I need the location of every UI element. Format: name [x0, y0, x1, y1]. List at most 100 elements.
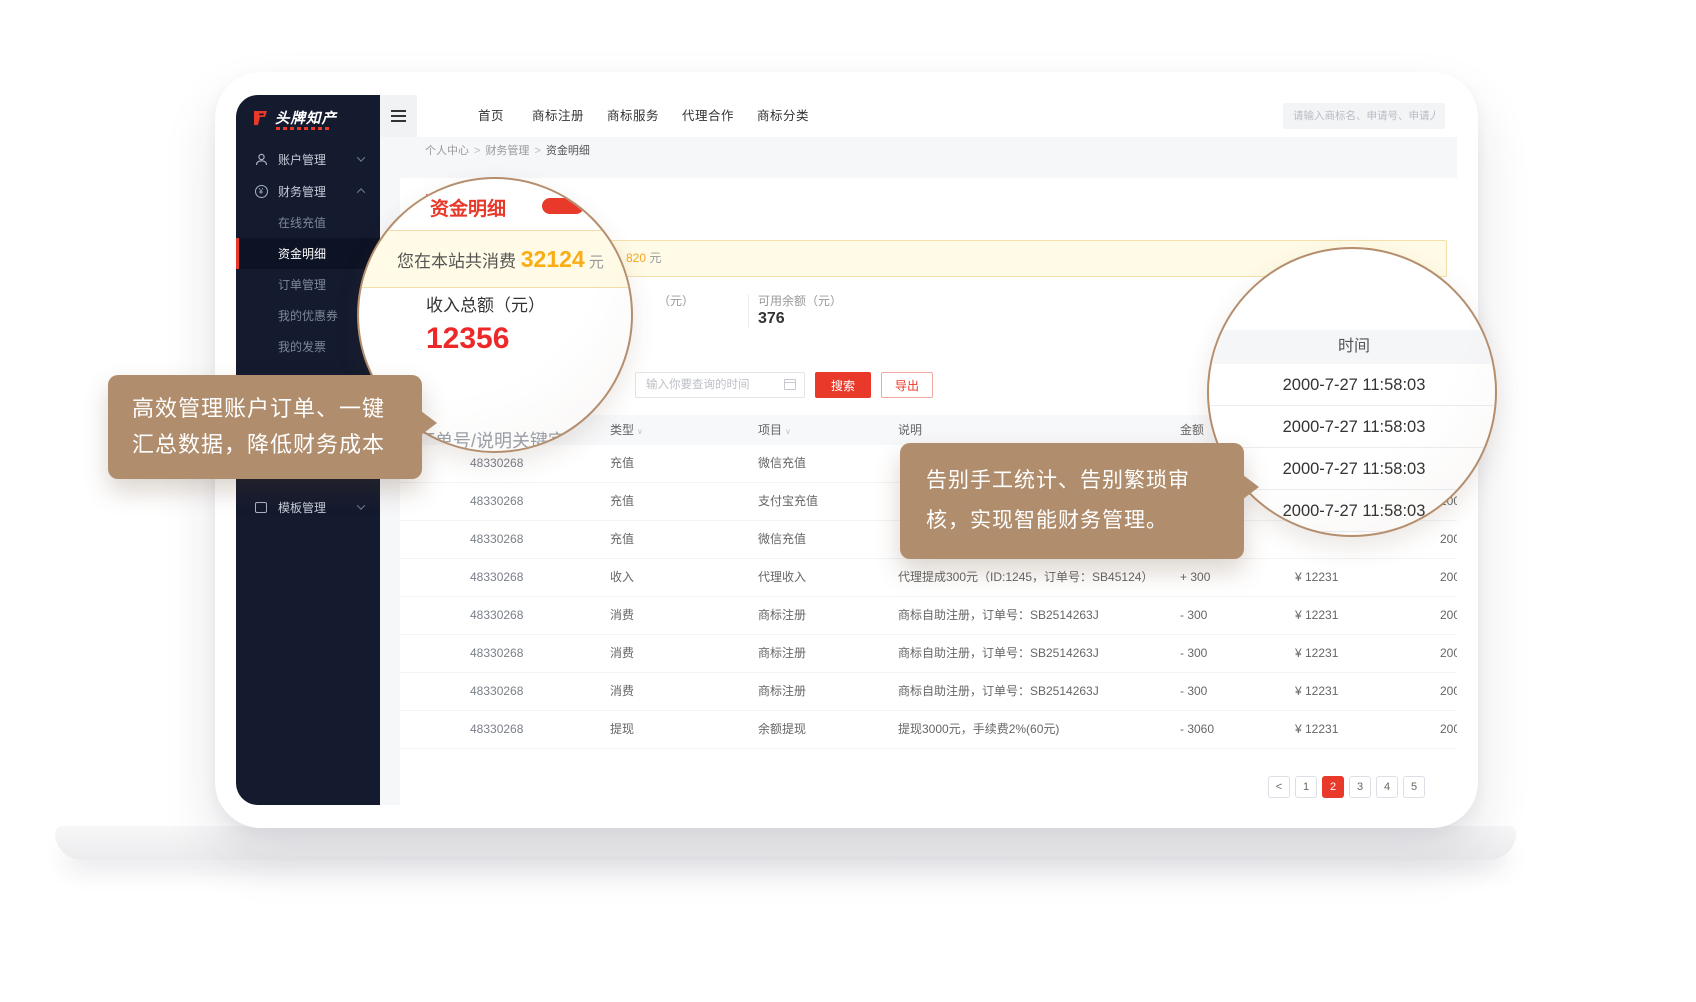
header-desc: 说明 [898, 415, 922, 445]
nav-item-3[interactable]: 商标服务 [607, 95, 659, 137]
cell-desc: 提现3000元，手续费2%(60元) [898, 711, 1059, 748]
notice-tail-unit: 元 [646, 251, 661, 265]
cell-balance: ¥ 12231 [1295, 711, 1338, 748]
table-row: 48330268 提现 余额提现 提现3000元，手续费2%(60元) - 3060 ¥ … [400, 711, 1457, 749]
table-row: 48330268 消费 商标注册 商标自助注册，订单号：SB2514263J - 300… [400, 597, 1457, 635]
logo-name: 头牌知产 [275, 107, 337, 128]
cell-order: 48330268 [470, 483, 523, 520]
breadcrumb-separator: > [474, 145, 480, 157]
cell-desc: 商标自助注册，订单号：SB2514263J [898, 635, 1099, 672]
nav-item-1[interactable]: 首页 [478, 95, 504, 137]
cell-desc: 商标自助注册，订单号：SB2514263J [898, 597, 1099, 634]
cell-desc: 代理提成300元（ID:1245，订单号：SB45124） [898, 559, 1153, 596]
nav-item-4[interactable]: 代理合作 [682, 95, 734, 137]
cell-project: 代理收入 [758, 559, 806, 596]
nav-item-5[interactable]: 商标分类 [757, 95, 809, 137]
stage: 头牌知产 账户管理 ¥ 财务管理 在线充值 [0, 0, 1696, 1002]
cell-type: 充值 [610, 521, 634, 558]
cell-amount: - 300 [1180, 673, 1207, 710]
sidebar-item-finance[interactable]: ¥ 财务管理 [236, 175, 380, 207]
template-icon [254, 500, 268, 514]
top-navbar: 首页商标注册商标服务代理合作商标分类 [380, 95, 1457, 137]
logo-subtext [276, 127, 332, 130]
cell-amount: - 300 [1180, 597, 1207, 634]
chevron-down-icon [357, 501, 365, 509]
finance-icon: ¥ [254, 184, 268, 198]
page-button-3[interactable]: 3 [1349, 776, 1371, 798]
page-button-1[interactable]: 1 [1295, 776, 1317, 798]
logo: 头牌知产 [250, 107, 337, 128]
cell-type: 提现 [610, 711, 634, 748]
header-type[interactable]: 类型∨ [610, 415, 643, 447]
cell-balance: ¥ 12231 [1295, 635, 1338, 672]
hamburger-menu-icon[interactable] [380, 95, 417, 137]
export-button[interactable]: 导出 [881, 372, 933, 398]
breadcrumb-separator: > [534, 145, 540, 157]
search-input[interactable] [1283, 103, 1445, 129]
sidebar-item-label: 资金明细 [278, 245, 326, 262]
cell-amount: - 3060 [1180, 711, 1214, 748]
cell-type: 消费 [610, 597, 634, 634]
cell-order: 48330268 [470, 521, 523, 558]
cell-project: 支付宝充值 [758, 483, 818, 520]
cell-balance: ¥ 12231 [1295, 559, 1338, 596]
callout-right: 告别手工统计、告别繁琐审核，实现智能财务管理。 [900, 443, 1244, 559]
page-button-2[interactable]: 2 [1322, 776, 1344, 798]
stat-label-balance: 可用余额（元） [758, 292, 842, 309]
cell-project: 商标注册 [758, 673, 806, 710]
sidebar-item-template[interactable]: 模板管理 [236, 491, 380, 523]
breadcrumb: 个人中心>财务管理>资金明细 [425, 137, 595, 166]
cell-order: 48330268 [470, 635, 523, 672]
cell-type: 充值 [610, 445, 634, 482]
header-amount: 金额 [1180, 415, 1204, 445]
cell-order: 48330268 [470, 597, 523, 634]
table-row: 48330268 消费 商标注册 商标自助注册，订单号：SB2514263J - 300… [400, 673, 1457, 711]
sidebar-item-account[interactable]: 账户管理 [236, 143, 380, 175]
cell-type: 收入 [610, 559, 634, 596]
cell-order: 48330268 [470, 559, 523, 596]
chevron-up-icon [357, 188, 365, 196]
cell-amount: - 300 [1180, 635, 1207, 672]
breadcrumb-part[interactable]: 个人中心 [425, 145, 469, 157]
cell-desc: 商标自助注册，订单号：SB2514263J [898, 673, 1099, 710]
calendar-icon[interactable] [784, 379, 796, 390]
laptop-base [55, 826, 1516, 860]
stat-divider [748, 294, 749, 328]
prev-page-button[interactable]: < [1268, 776, 1290, 798]
cell-project: 余额提现 [758, 711, 806, 748]
cell-type: 充值 [610, 483, 634, 520]
cell-type: 消费 [610, 635, 634, 672]
page-button-5[interactable]: 5 [1403, 776, 1425, 798]
cell-order: 48330268 [470, 711, 523, 748]
notice-tail-text: 820 元 [626, 241, 661, 276]
cell-balance: ¥ 12231 [1295, 673, 1338, 710]
nav-item-2[interactable]: 商标注册 [532, 95, 584, 137]
date-query-input[interactable] [635, 372, 805, 398]
page-button-4[interactable]: 4 [1376, 776, 1398, 798]
cell-order: 48330268 [470, 673, 523, 710]
cell-time: 2000-7-27 11:58:03 [1440, 559, 1457, 596]
callout-text: 高效管理账户订单、一键汇总数据，降低财务成本 [132, 391, 398, 463]
cell-project: 商标注册 [758, 635, 806, 672]
stat-value-balance: 376 [758, 310, 785, 328]
cell-type: 消费 [610, 673, 634, 710]
cell-project: 商标注册 [758, 597, 806, 634]
sidebar-item-label: 我的发票 [278, 338, 326, 355]
header-project[interactable]: 项目∨ [758, 415, 791, 447]
sort-caret-icon: ∨ [637, 427, 643, 436]
sidebar-item-label: 我的优惠券 [278, 307, 338, 324]
callout-left: 高效管理账户订单、一键汇总数据，降低财务成本 [108, 375, 422, 479]
callout-text: 告别手工统计、告别繁琐审核，实现智能财务管理。 [926, 461, 1218, 541]
logo-mark-icon [250, 108, 270, 128]
cell-amount: + 300 [1180, 559, 1210, 596]
sidebar-item-label: 订单管理 [278, 276, 326, 293]
search-button[interactable]: 搜索 [815, 372, 871, 398]
sort-caret-icon: ∨ [785, 427, 791, 436]
sidebar-item-label: 模板管理 [278, 499, 326, 516]
cell-time: 2000-7-27 11:58:03 [1440, 711, 1457, 748]
sidebar-item-label: 账户管理 [278, 151, 326, 168]
table-row: 48330268 收入 代理收入 代理提成300元（ID:1245，订单号：SB451… [400, 559, 1457, 597]
breadcrumb-part[interactable]: 财务管理 [485, 145, 529, 157]
user-icon [254, 152, 268, 166]
cell-time: 2000-7-27 11:58:03 [1440, 673, 1457, 710]
